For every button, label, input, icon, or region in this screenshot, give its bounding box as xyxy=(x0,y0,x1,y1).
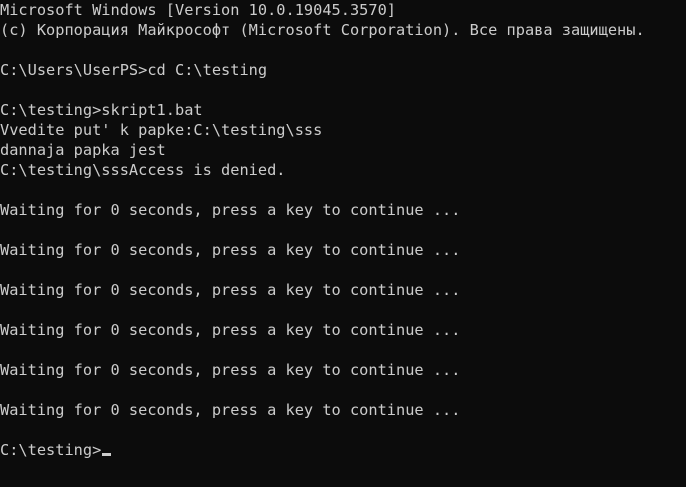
console-line: dannaja papka jest xyxy=(0,141,166,159)
console-line: Waiting for 0 seconds, press a key to co… xyxy=(0,321,461,339)
console-line: Waiting for 0 seconds, press a key to co… xyxy=(0,241,461,259)
console-line: Waiting for 0 seconds, press a key to co… xyxy=(0,201,461,219)
console-line: Waiting for 0 seconds, press a key to co… xyxy=(0,281,461,299)
console-line: C:\testing>skript1.bat xyxy=(0,101,203,119)
console-line: Vvedite put' k papke:C:\testing\sss xyxy=(0,121,323,139)
prompt-line[interactable]: C:\testing> xyxy=(0,440,686,460)
console-line: (c) Корпорация Майкрософт (Microsoft Cor… xyxy=(0,21,645,39)
console-line: C:\Users\UserPS>cd C:\testing xyxy=(0,61,268,79)
console-line: C:\testing\sssAccess is denied. xyxy=(0,161,286,179)
text-cursor xyxy=(102,453,112,456)
console-line: Microsoft Windows [Version 10.0.19045.35… xyxy=(0,1,397,19)
console-line: Waiting for 0 seconds, press a key to co… xyxy=(0,401,461,419)
console-line: Waiting for 0 seconds, press a key to co… xyxy=(0,361,461,379)
console-window[interactable]: Microsoft Windows [Version 10.0.19045.35… xyxy=(0,0,686,487)
command-prompt: C:\testing> xyxy=(0,441,102,459)
